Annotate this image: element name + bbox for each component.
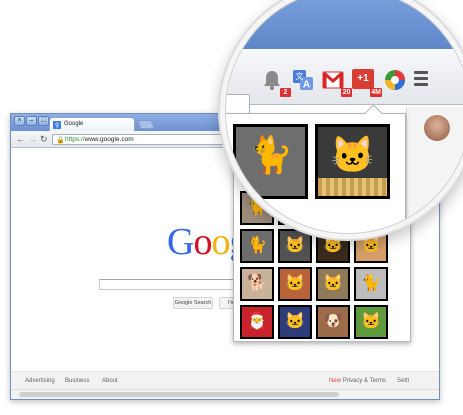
footer-advertising-link[interactable]: Advertising	[25, 378, 55, 384]
maximize-icon[interactable]: □	[38, 116, 49, 126]
tab-google[interactable]: g Google	[49, 117, 135, 131]
horizontal-scrollbar[interactable]	[11, 389, 439, 399]
thumbnail-kitten-play[interactable]: 🐱	[316, 267, 350, 301]
thumbnail-blue-kitten[interactable]: 🐱	[278, 305, 312, 339]
thumbnail-kitten-glow[interactable]: 🐱	[316, 229, 350, 263]
google-plus-icon[interactable]: +1 4M	[352, 69, 382, 97]
photo-icon: 🐱	[323, 237, 343, 254]
menu-icon[interactable]	[414, 71, 428, 87]
new-badge: New	[329, 378, 342, 384]
scrollbar-thumb[interactable]	[19, 392, 339, 397]
google-favicon-icon: g	[53, 121, 61, 129]
photo-icon: 🎅	[247, 313, 267, 330]
cat-photo-icon: 🐈	[248, 134, 293, 175]
url-scheme: https://	[65, 136, 85, 143]
thumbnail-kitten-bw[interactable]: 🐱	[278, 229, 312, 263]
thumbnail-hand-kitten[interactable]: 🐱	[278, 267, 312, 301]
photo-grid-extension-icon[interactable]	[384, 69, 406, 91]
forward-icon[interactable]: →	[28, 134, 37, 144]
gmail-unread-badge: 20	[341, 88, 352, 97]
footer-privacy-link[interactable]: Privacy & Terms	[343, 378, 386, 384]
photo-icon: 🐱	[285, 237, 305, 254]
close-icon[interactable]: ×	[14, 116, 25, 126]
thumbnail-santa-cat[interactable]: 🎅	[240, 305, 274, 339]
kitten-photo-icon: 🐱	[330, 134, 375, 175]
page-footer: Advertising Business About New Privacy &…	[11, 371, 439, 389]
translate-icon[interactable]: A 文	[292, 69, 314, 91]
logo-letter: G	[167, 221, 194, 263]
google-plus-label: +1	[352, 69, 374, 89]
magnifier-lens: 2 A 文 20 +1 4M 🐈 🐱	[225, 0, 463, 234]
new-tab-button[interactable]	[137, 120, 155, 129]
photo-icon: 🐈	[247, 237, 267, 254]
logo-letter: o	[193, 221, 212, 263]
photo-icon: 🐕	[247, 275, 267, 292]
google-plus-badge: 4M	[370, 88, 382, 97]
footer-settings-link[interactable]: Setti	[397, 378, 409, 384]
menu-bar	[414, 77, 428, 80]
menu-bar	[414, 71, 428, 74]
back-icon[interactable]: ←	[16, 134, 25, 144]
popup-caret	[364, 104, 383, 123]
basket-rug	[318, 178, 387, 196]
thumbnail-cat-green[interactable]: 🐱	[354, 305, 388, 339]
magnified-thumbnail-cats-on-bench[interactable]: 🐈	[233, 124, 308, 199]
photo-icon: 🐱	[361, 237, 381, 254]
svg-text:文: 文	[296, 71, 304, 81]
footer-business-link[interactable]: Business	[65, 378, 89, 384]
photo-icon: 🐶	[323, 313, 343, 330]
thumbnail-cat-dog[interactable]: 🐶	[316, 305, 350, 339]
thumbnail-kittens-pile[interactable]: 🐱	[354, 229, 388, 263]
tab-title: Google	[64, 121, 84, 127]
thumbnail-cat-mono[interactable]: 🐈	[354, 267, 388, 301]
notification-bell-icon[interactable]: 2	[261, 69, 291, 97]
photo-icon: 🐱	[323, 275, 343, 292]
photo-icon: 🐱	[361, 313, 381, 330]
lock-icon: 🔒	[56, 137, 65, 144]
photo-icon: 🐱	[285, 275, 305, 292]
footer-about-link[interactable]: About	[102, 378, 118, 384]
gmail-icon[interactable]: 20	[322, 69, 352, 97]
url-host: www.google.com	[84, 136, 134, 143]
menu-bar	[414, 83, 428, 86]
photo-icon: 🐱	[285, 313, 305, 330]
reload-icon[interactable]: ↻	[40, 134, 48, 144]
notifications-badge: 2	[280, 88, 291, 97]
magnified-thumbnail-kittens-in-basket[interactable]: 🐱	[315, 124, 390, 199]
minimize-icon[interactable]: –	[26, 116, 37, 126]
thumbnail-cat-window[interactable]: 🐈	[240, 229, 274, 263]
photo-icon: 🐈	[361, 275, 381, 292]
thumbnail-dog-kitten[interactable]: 🐕	[240, 267, 274, 301]
magnified-title-bar	[226, 0, 463, 49]
avatar[interactable]	[424, 115, 450, 141]
svg-text:A: A	[303, 80, 310, 91]
google-search-button[interactable]: Google Search	[173, 297, 213, 309]
magnified-extension-popup: 🐈 🐱	[226, 104, 406, 233]
